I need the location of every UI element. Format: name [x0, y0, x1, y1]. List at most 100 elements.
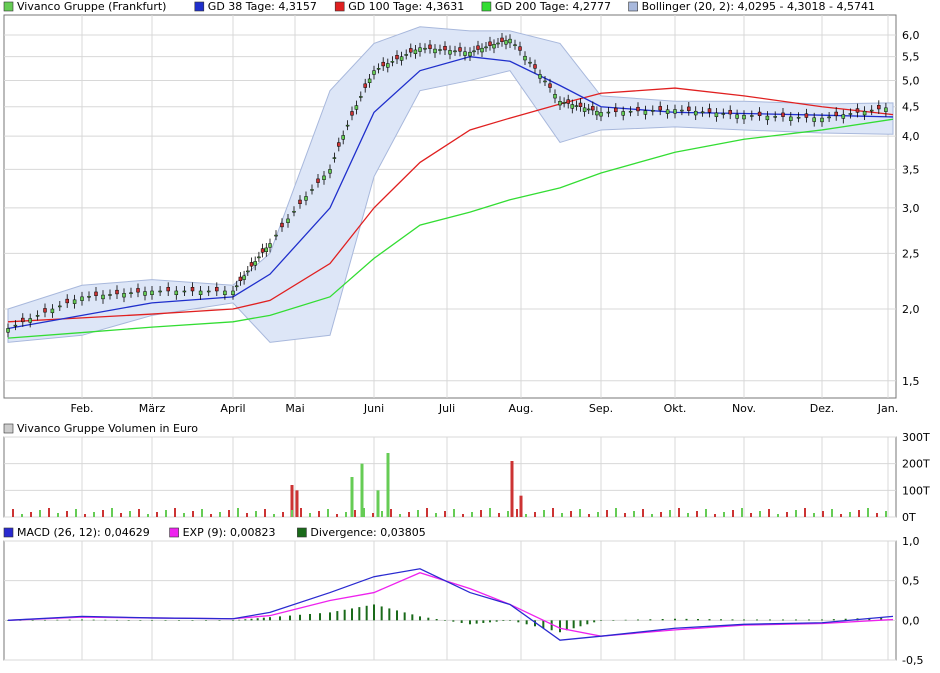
candle-body — [418, 47, 422, 52]
candle-body — [599, 112, 603, 117]
volume-bar — [350, 477, 354, 517]
divergence-bar — [139, 620, 142, 621]
candle-body — [286, 218, 290, 223]
x-tick-label: März — [139, 402, 166, 415]
divergence-bar — [469, 620, 471, 625]
divergence-bar — [586, 620, 589, 625]
candle-body — [158, 290, 162, 293]
legend-price-label: GD 100 Tage: 4,3631 — [348, 0, 464, 13]
volume-bar — [714, 514, 716, 517]
legend-price-label: Bollinger (20, 2): 4,0295 - 4,3018 - 4,5… — [642, 0, 875, 13]
volume-bar — [426, 508, 428, 517]
candle-body — [665, 109, 670, 114]
divergence-bar — [649, 619, 652, 621]
volume-bar — [732, 510, 734, 517]
volume-bar — [345, 512, 347, 517]
volume-bar — [840, 514, 842, 517]
divergence-bar — [31, 620, 34, 621]
candle-body — [566, 99, 570, 104]
volume-bar — [192, 511, 194, 517]
candle-body — [136, 288, 140, 293]
divergence-bar — [427, 617, 430, 621]
volume-bar — [597, 512, 599, 517]
volume-bar — [723, 512, 725, 517]
legend-macd-label: EXP (9): 0,00823 — [183, 526, 276, 539]
legend-price-swatch — [334, 1, 345, 12]
volume-bar — [327, 509, 329, 517]
volume-bar — [813, 513, 815, 517]
candle-body — [21, 317, 25, 323]
divergence-bar — [218, 620, 221, 621]
volume-bar — [48, 508, 50, 517]
macd-tick-label: 1,0 — [902, 535, 920, 548]
candle-body — [628, 110, 633, 113]
volume-bar — [174, 508, 176, 517]
candle-body — [480, 47, 484, 53]
divergence-bar — [720, 619, 722, 621]
divergence-bar — [250, 618, 253, 621]
candle-body — [43, 308, 47, 313]
volume-bar — [111, 508, 113, 517]
volume-bar — [489, 508, 491, 517]
x-tick-label: Mai — [285, 402, 304, 415]
candle-body — [310, 189, 314, 191]
candle-body — [558, 100, 562, 106]
divergence-bar — [380, 606, 383, 621]
volume-bar — [336, 514, 338, 517]
candle-body — [533, 64, 537, 69]
divergence-bar — [116, 619, 118, 621]
candle-body — [841, 114, 846, 119]
y-tick-label: 5,0 — [902, 74, 920, 87]
divergence-bar — [489, 620, 491, 623]
candle-body — [488, 41, 492, 46]
candle-body — [399, 56, 404, 61]
volume-bar — [417, 510, 419, 517]
legend-price-swatch — [194, 1, 205, 12]
divergence-bar — [81, 619, 83, 621]
volume-bar — [57, 513, 59, 517]
volume-bar — [768, 509, 770, 517]
candle-body — [433, 48, 437, 54]
divergence-bar — [612, 620, 615, 621]
candle-body — [264, 247, 269, 252]
candle-body — [463, 51, 467, 56]
x-tick-label: Juli — [438, 402, 455, 415]
volume-bar — [363, 508, 365, 517]
volume-bar — [291, 510, 293, 517]
volume-bar — [30, 512, 32, 517]
volume-bar — [741, 508, 743, 517]
volume-bar — [228, 510, 230, 517]
volume-bar — [858, 510, 860, 517]
divergence-bar — [782, 619, 784, 621]
volume-bar — [543, 510, 545, 517]
divergence-bar — [279, 616, 281, 621]
divergence-bar — [238, 619, 241, 621]
divergence-bar — [373, 604, 375, 621]
divergence-bar — [482, 620, 485, 623]
volume-bar — [408, 512, 410, 517]
candle-body — [206, 290, 211, 293]
candle-body — [538, 74, 542, 79]
volume-bar — [129, 511, 131, 517]
candle-body — [484, 46, 488, 49]
volume-bar — [606, 510, 608, 517]
divergence-bar — [435, 619, 438, 621]
volume-bar — [534, 512, 536, 517]
volume-bar — [102, 510, 104, 517]
volume-bar — [39, 510, 41, 517]
volume-bar — [354, 510, 356, 517]
candle-body — [423, 47, 427, 50]
volume-bar — [246, 513, 248, 517]
volume-bar — [510, 461, 514, 517]
divergence-bar — [127, 620, 130, 621]
candle-body — [428, 44, 432, 49]
candle-body — [643, 110, 648, 115]
candle-body — [714, 112, 719, 117]
divergence-bar — [685, 618, 688, 621]
candle-body — [848, 113, 853, 115]
candle-body — [65, 298, 69, 304]
candle-body — [884, 107, 888, 112]
volume-bar — [93, 512, 95, 517]
divergence-bar — [624, 619, 627, 621]
volume-bar — [822, 511, 824, 517]
